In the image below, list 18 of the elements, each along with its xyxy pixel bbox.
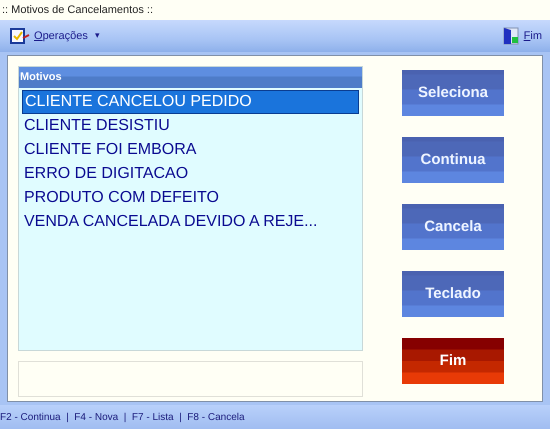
list-item[interactable]: ERRO DE DIGITACAO bbox=[22, 162, 359, 186]
door-icon bbox=[502, 27, 519, 45]
exit-button[interactable]: Fim bbox=[502, 27, 542, 45]
shortcut-hints: F2 - Continua | F4 - Nova | F7 - Lista | F8 - Cancela bbox=[0, 410, 245, 424]
checklist-icon bbox=[8, 26, 30, 46]
list-header: Motivos bbox=[19, 67, 362, 88]
list-item[interactable]: VENDA CANCELADA DEVIDO A REJE... bbox=[22, 210, 359, 234]
action-button[interactable]: Continua bbox=[402, 137, 504, 183]
list-item[interactable]: CLIENTE DESISTIU bbox=[22, 114, 359, 138]
action-button[interactable]: Seleciona bbox=[402, 70, 504, 116]
list-item[interactable]: PRODUTO COM DEFEITO bbox=[22, 186, 359, 210]
action-button[interactable]: Fim bbox=[402, 338, 504, 384]
window-title: :: Motivos de Cancelamentos :: bbox=[2, 2, 154, 18]
action-button[interactable]: Teclado bbox=[402, 271, 504, 317]
action-button[interactable]: Cancela bbox=[402, 204, 504, 250]
list-item[interactable]: CLIENTE CANCELOU PEDIDO bbox=[22, 90, 359, 114]
operations-menu[interactable]: Operações ▾ bbox=[8, 26, 100, 46]
list-item[interactable]: CLIENTE FOI EMBORA bbox=[22, 138, 359, 162]
